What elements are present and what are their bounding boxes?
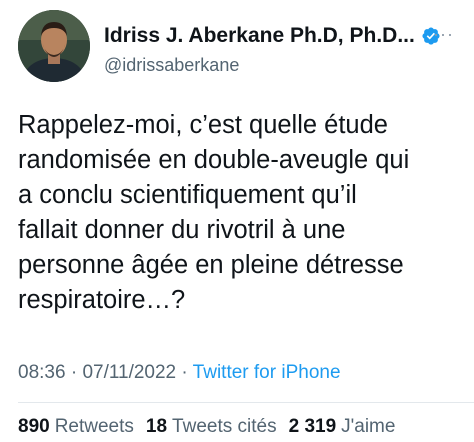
user-handle[interactable]: @idrissaberkane [104,55,424,76]
tweet-meta: 08:36 · 07/11/2022 · Twitter for iPhone [18,362,341,384]
retweets-label: Retweets [54,416,134,437]
retweets-count: 890 [18,416,50,437]
tweet-header: Idriss J. Aberkane Ph.D, Ph.D... @idriss… [18,10,468,82]
likes-label: J'aime [341,416,396,437]
quotes-label: Tweets cités [172,416,277,437]
avatar-photo-icon [18,10,90,82]
tweet-text: Rappelez-moi, c’est quelle étude randomi… [18,111,410,314]
tweet-stats: 890 Retweets 18 Tweets cités 2 319 J'aim… [18,416,395,438]
divider [18,402,474,403]
likes-stat[interactable]: 2 319 J'aime [289,416,396,438]
likes-count: 2 319 [288,416,337,437]
retweets-stat[interactable]: 890 Retweets [18,416,134,438]
meta-separator: · [181,362,188,383]
more-options-icon[interactable]: ··· [433,24,454,45]
meta-separator: · [70,362,78,383]
tweet-time[interactable]: 08:36 [18,362,66,383]
display-name[interactable]: Idriss J. Aberkane Ph.D, Ph.D... [104,24,415,48]
avatar[interactable] [18,10,90,82]
quote-tweets-stat[interactable]: 18 Tweets cités [146,416,277,438]
tweet-source-link[interactable]: Twitter for iPhone [193,362,341,383]
tweet-date[interactable]: 07/11/2022 [82,362,176,383]
user-info: Idriss J. Aberkane Ph.D, Ph.D... @idriss… [104,21,440,76]
quotes-count: 18 [145,416,168,437]
